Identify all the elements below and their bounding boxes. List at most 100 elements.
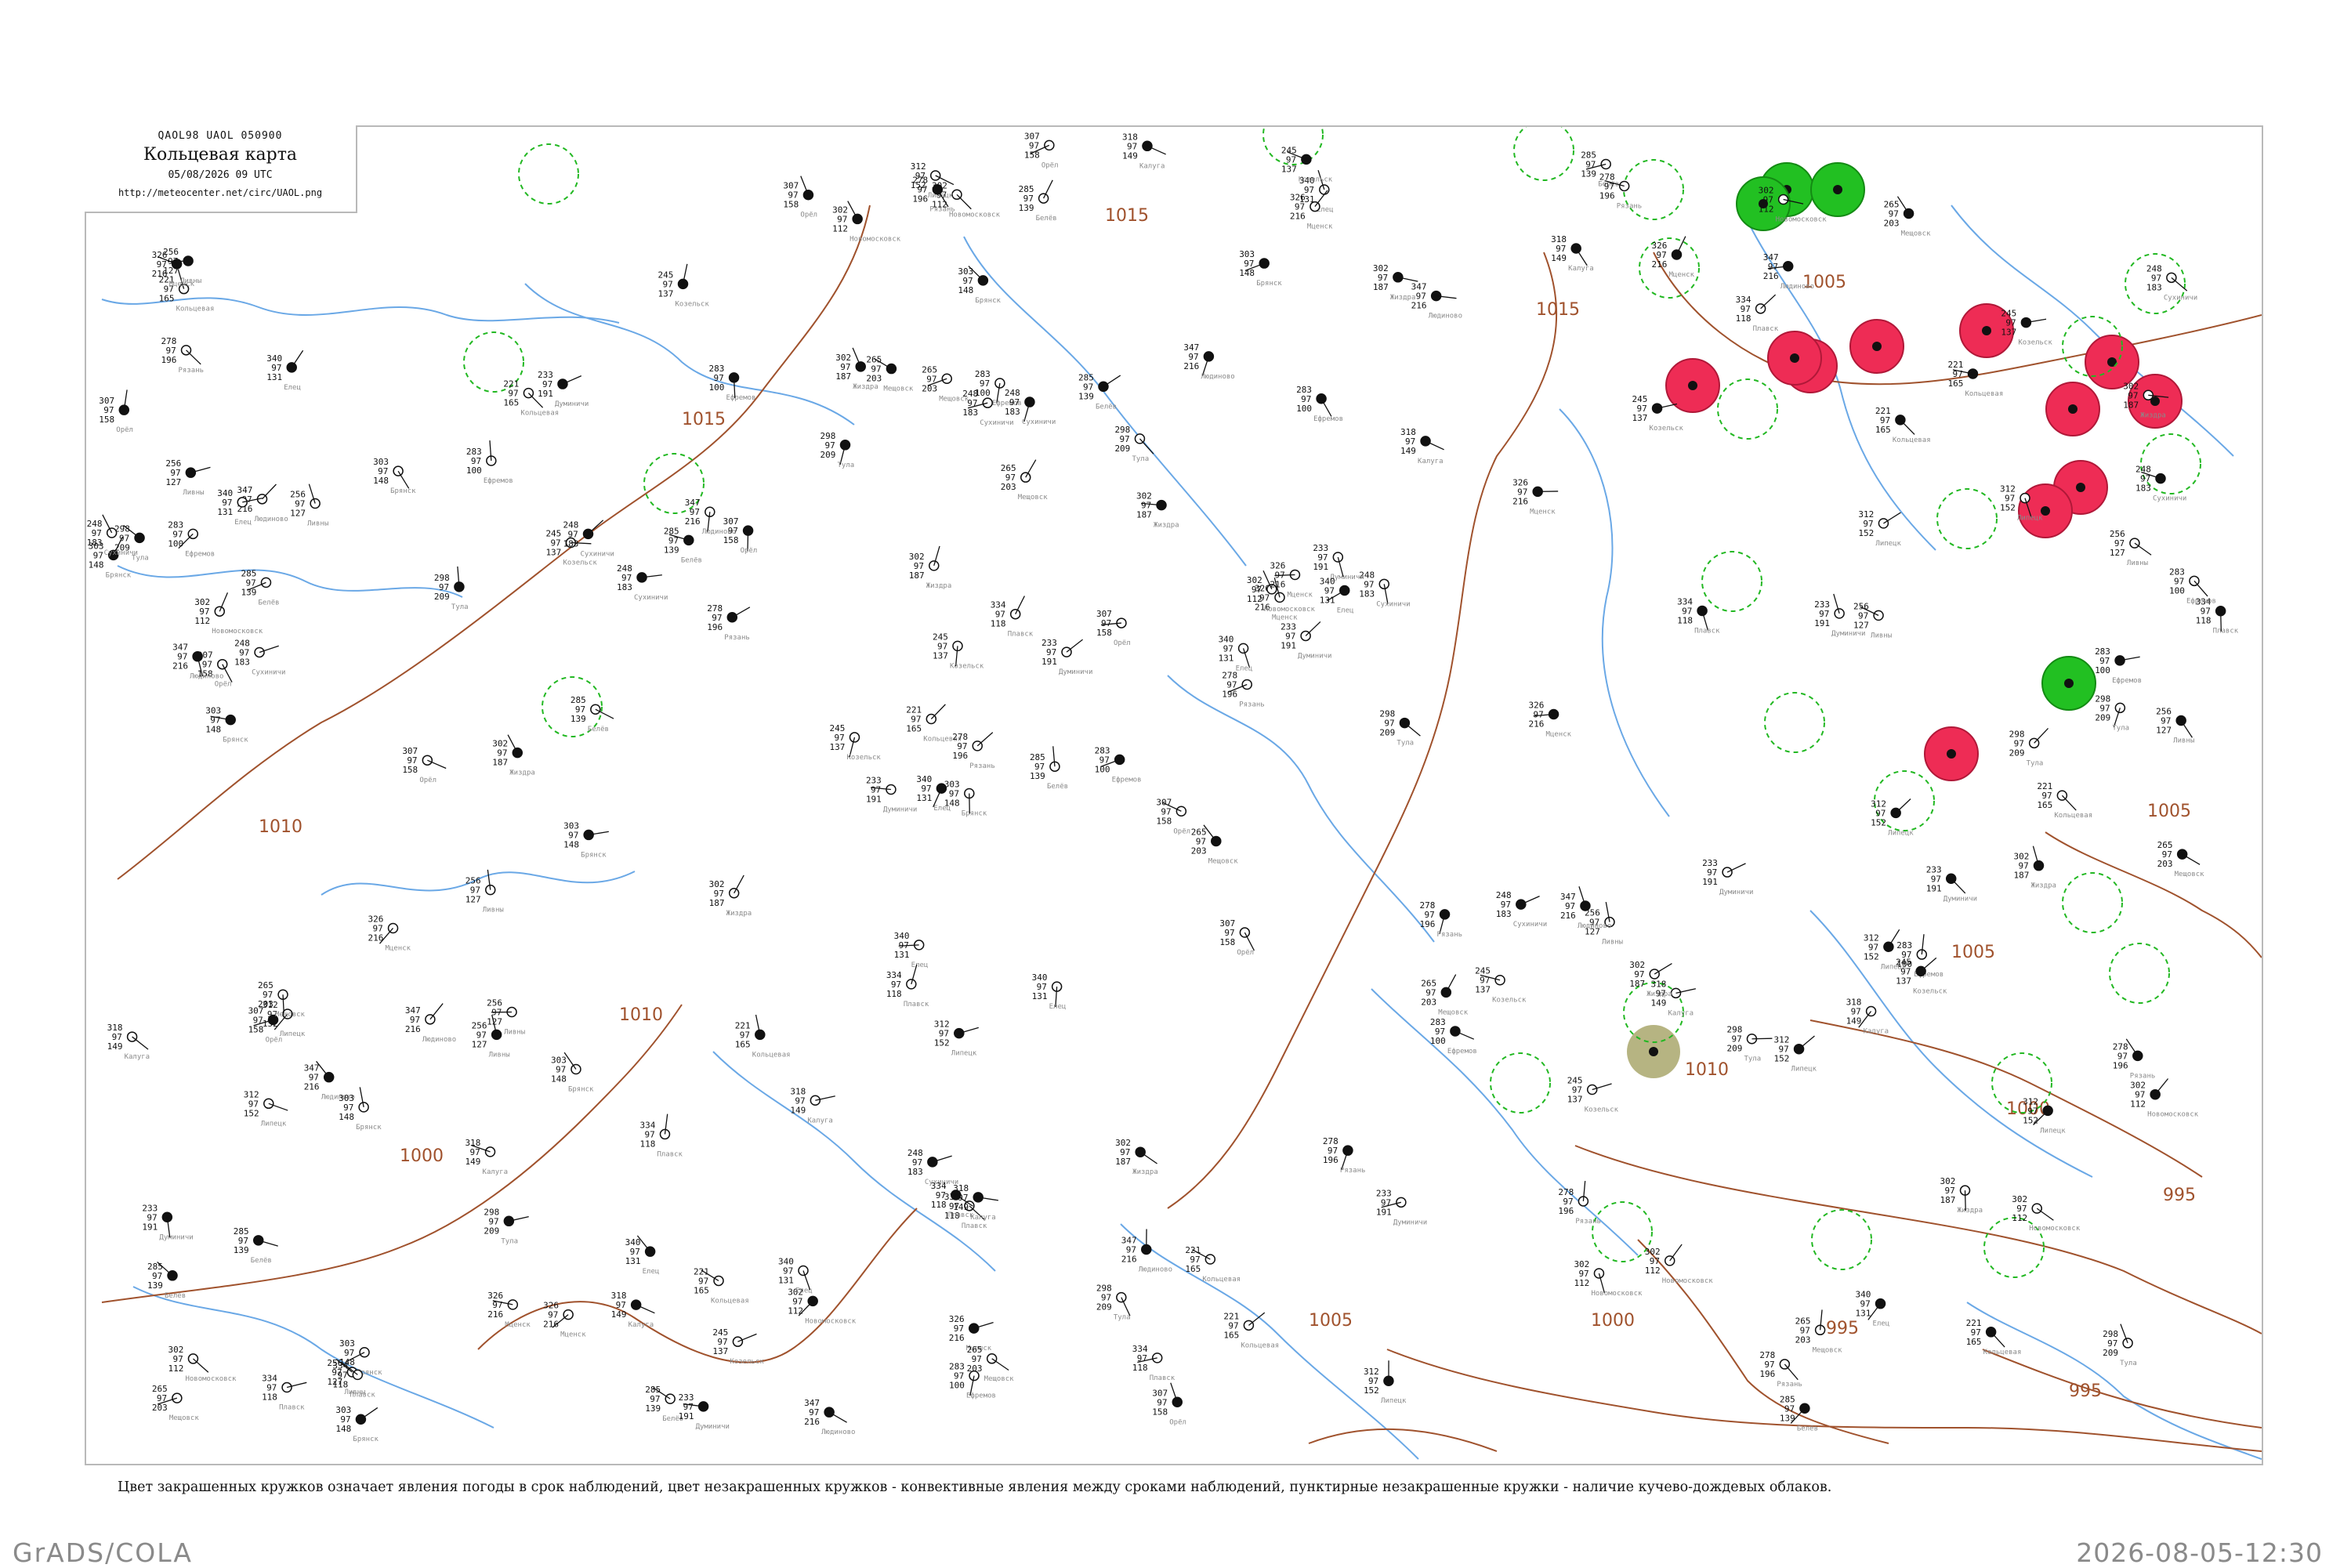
rain-marker <box>2019 484 2072 538</box>
station-name: Новомосковск <box>185 1375 237 1383</box>
station-pressure: 216 <box>487 1309 503 1320</box>
station-name: Брянск <box>390 487 416 495</box>
station-pressure: 196 <box>707 622 723 632</box>
station-pressure: 149 <box>1551 253 1567 263</box>
station-name: Людиново <box>1139 1266 1172 1274</box>
station-pressure: 203 <box>866 374 882 384</box>
station-pressure: 165 <box>1185 1264 1201 1274</box>
station-plot: 24597137Козельск <box>829 723 881 762</box>
station-pressure: 203 <box>152 1403 168 1413</box>
station-pressure: 196 <box>952 751 968 761</box>
station-pressure: 209 <box>2103 1348 2118 1358</box>
station-plot: 32697216Мценск <box>487 1291 531 1329</box>
station-name: Людиново <box>1780 283 1814 291</box>
station-plot: 24897183Сухиничи <box>1359 570 1410 608</box>
station-name: Орёл <box>1041 161 1059 169</box>
station-plot: 28597139Белёв <box>1030 746 1068 791</box>
station-pressure: 209 <box>1726 1044 1742 1054</box>
station-name: Орёл <box>1114 639 1131 647</box>
station-pressure: 196 <box>161 355 177 365</box>
station-name: Мещовск <box>275 1011 306 1019</box>
station-name: Кольцевая <box>1965 390 2003 398</box>
station-name: Мценск <box>1530 508 1556 516</box>
isobar-label: 1005 <box>1309 1311 1353 1331</box>
station-plot: 22197165Кольцевая <box>1947 360 2003 398</box>
station-name: Ливны <box>307 520 328 528</box>
bulletin-code: QAOL98 UAOL 050900 <box>85 130 356 142</box>
station-name: Новомосковск <box>2147 1111 2199 1119</box>
station-pressure: 187 <box>492 758 508 768</box>
station-plot: 27897196Рязань <box>1558 1181 1601 1226</box>
station-name: Мещовск <box>1901 230 1932 237</box>
isobar-label: 1015 <box>1536 300 1580 320</box>
station-plot: 28597139Белёв <box>1019 180 1057 223</box>
cumulonimbus-ring <box>2110 943 2169 1003</box>
station-plot: 34797216Людиново <box>804 1398 855 1436</box>
station-name: Людиново <box>255 516 288 523</box>
station-pressure: 118 <box>991 619 1006 629</box>
station-pressure: 149 <box>953 1202 969 1212</box>
station-pressure: 127 <box>465 895 481 905</box>
station-pressure: 112 <box>1247 594 1262 604</box>
isobar-label: 995 <box>1826 1319 1859 1338</box>
station-plot: 25697127Ливны <box>165 458 210 497</box>
station-plot: 22197165Кольцевая <box>1875 406 1931 444</box>
wind-barb <box>2155 1078 2168 1094</box>
station-plot: 27897196Рязань <box>1323 1136 1366 1175</box>
station-name: Брянск <box>223 737 248 744</box>
station-name: Плавск <box>350 1391 375 1399</box>
station-name: Орёл <box>1169 1418 1186 1426</box>
station-plot: 28397100Ефремов <box>1095 745 1142 784</box>
wind-barb <box>132 1037 148 1049</box>
station-pressure: 148 <box>958 285 973 295</box>
station-plot: 29897209Тула <box>484 1207 528 1245</box>
station-pressure: 131 <box>916 793 932 803</box>
map-url: http://meteocenter.net/circ/UAOL.png <box>85 187 356 198</box>
station-pressure: 216 <box>804 1417 820 1427</box>
station-pressure: 191 <box>1041 657 1057 667</box>
station-plot: 26597203Мещовск <box>1191 825 1239 866</box>
station-name: Жиздра <box>726 910 752 918</box>
station-name: Думиничи <box>1831 630 1865 638</box>
wind-barb <box>977 733 993 746</box>
station-name: Мценск <box>505 1321 531 1329</box>
station-pressure: 158 <box>248 1025 264 1035</box>
wind-barb <box>360 1407 377 1419</box>
station-pressure: 131 <box>894 950 910 960</box>
station-pressure: 152 <box>1871 817 1886 827</box>
wind-barb <box>931 704 945 719</box>
wind-barb <box>1900 420 1914 435</box>
station-plot: 22197165Кольцевая <box>694 1266 749 1305</box>
wind-barb <box>589 520 603 534</box>
wind-barb <box>1921 958 1936 971</box>
station-pressure: 187 <box>1373 282 1389 292</box>
station-plot: 28597139Белёв <box>664 526 702 564</box>
station-pressure: 131 <box>778 1276 794 1286</box>
wind-barb <box>1306 621 1320 636</box>
station-circle <box>1653 404 1662 413</box>
station-plot: 33497118Плавск <box>991 596 1034 638</box>
station-circle <box>933 185 942 194</box>
station-name: Мценск <box>1272 614 1298 621</box>
cumulonimbus-ring <box>1812 1210 1871 1269</box>
station-plot: 31897149Калуга <box>1400 427 1444 465</box>
wind-barb <box>1026 460 1036 477</box>
station-plot: 23397191Думиничи <box>866 776 917 814</box>
station-pressure: 100 <box>2095 665 2110 675</box>
station-pressure: 152 <box>244 1108 259 1118</box>
station-circle <box>1393 273 1403 282</box>
station-name: Рязань <box>2130 1072 2156 1080</box>
station-pressure: 137 <box>1632 413 1648 423</box>
station-pressure: 152 <box>1774 1054 1790 1064</box>
station-pressure: 158 <box>1156 816 1172 826</box>
station-plot: 30297112Новомосковск <box>832 201 901 244</box>
station-plot: 24597137Козельск <box>658 264 710 308</box>
wind-barb <box>193 1359 208 1372</box>
station-pressure: 148 <box>205 725 221 735</box>
station-name: Людиново <box>422 1036 456 1044</box>
station-pressure: 216 <box>949 1333 965 1343</box>
station-name: Плавск <box>279 1404 305 1412</box>
station-plot: 28597139Белёв <box>241 568 279 607</box>
station-pressure: 137 <box>1896 976 1911 986</box>
station-name: Брянск <box>962 810 987 818</box>
